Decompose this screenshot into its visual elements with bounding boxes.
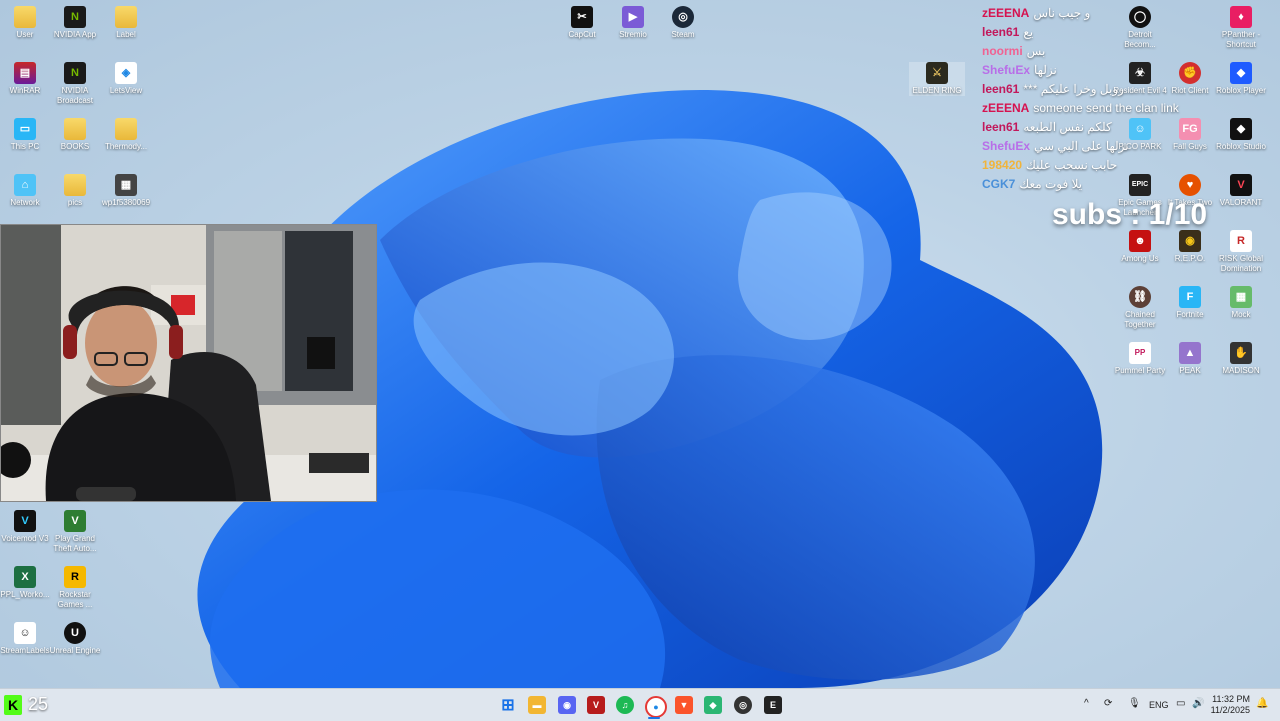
webcam-overlay	[0, 224, 377, 502]
fortnite-icon[interactable]: F Fortnite	[1162, 286, 1218, 320]
roblox-studio-icon[interactable]: ◆ Roblox Studio	[1213, 118, 1269, 152]
user-folder-icon[interactable]: User	[0, 6, 53, 40]
volume-icon[interactable]: 🔊	[1192, 698, 1204, 709]
start-button[interactable]: ⊞	[499, 696, 517, 714]
chrome-icon[interactable]: ●	[645, 696, 667, 718]
chat-text: حابب نسحب عليك	[1026, 158, 1118, 172]
chat-message: leen61 *** روبل وخرا عليكم	[982, 80, 1182, 99]
nvidia-broadcast-icon[interactable]: N NVIDIA Broadcast	[47, 62, 103, 106]
gta-icon[interactable]: V Play Grand Theft Auto...	[47, 510, 103, 554]
brave-icon[interactable]: ▼	[675, 696, 693, 714]
thermody-folder-icon[interactable]: Thermody...	[98, 118, 154, 152]
this-pc-icon[interactable]: ▭ This PC	[0, 118, 53, 152]
webcam-feed-image	[1, 225, 376, 501]
books-folder-icon[interactable]: BOOKS	[47, 118, 103, 152]
sync-icon[interactable]: ⟳	[1104, 698, 1112, 709]
ppanther-icon[interactable]: ♦ PPanther - Shortcut	[1213, 6, 1269, 50]
network-icon[interactable]: ⌂ Network	[0, 174, 53, 208]
kick-logo-icon: K	[4, 694, 22, 715]
chat-text: *** روبل وخرا عليكم	[1023, 82, 1124, 96]
microphone-icon[interactable]: 🎙	[1128, 698, 1141, 709]
chat-text: و جيب ناس	[1033, 6, 1091, 20]
chat-message: zEEENA someone send the clan link	[982, 99, 1182, 118]
risk-icon[interactable]: R RISK Global Domination	[1213, 230, 1269, 274]
wallpaper-file-icon[interactable]: ▦ wp1f5380069	[98, 174, 154, 208]
chat-text: كلكم نفس الطبعه	[1023, 120, 1112, 134]
letsview-icon[interactable]: ◈ LetsView	[98, 62, 154, 96]
chat-username: leen61	[982, 120, 1020, 134]
spotify-icon[interactable]: ♫	[616, 696, 634, 714]
epic-taskbar-icon[interactable]: E	[764, 696, 782, 714]
file-explorer-icon[interactable]: ▬	[528, 696, 546, 714]
voicemod-icon[interactable]: V Voicemod V3	[0, 510, 53, 544]
chat-overlay: zEEENA و جيب ناس leen61 يع noormi بس ShefuE…	[982, 4, 1182, 194]
chained-together-icon[interactable]: ⛓ Chained Together	[1112, 286, 1168, 330]
chat-message: zEEENA و جيب ناس	[982, 4, 1182, 23]
pics-folder-icon[interactable]: pics	[47, 174, 103, 208]
chat-message: CGK7 يلا فوت معك	[982, 175, 1182, 194]
chat-message: leen61 كلكم نفس الطبعه	[982, 118, 1182, 137]
chat-username: zEEENA	[982, 6, 1030, 20]
viewer-widget: K 25	[4, 694, 48, 715]
excel-file-icon[interactable]: X PPL_Worko...	[0, 566, 53, 600]
capcut-icon[interactable]: ✂ CapCut	[554, 6, 610, 40]
chat-message: leen61 يع	[982, 23, 1182, 42]
mock-icon[interactable]: ▦ Mock	[1213, 286, 1269, 320]
chat-text: يلا فوت معك	[1019, 177, 1083, 191]
roblox-player-icon[interactable]: ◆ Roblox Player	[1213, 62, 1269, 96]
active-app-indicator	[648, 717, 660, 719]
viewer-count: 25	[28, 694, 49, 714]
subs-goal-counter: subs : 1/10	[1052, 198, 1208, 231]
repo-icon[interactable]: ◉ R.E.P.O.	[1162, 230, 1218, 264]
taskbar: K 25 ⊞ ▬ ◉ V ♫ ● ▼ ◆ ◎ E ^ ⟳ 🎙 ENG ▭ 🔊 1…	[0, 688, 1280, 721]
steam-icon[interactable]: ◎ Steam	[655, 6, 711, 40]
chat-username: CGK7	[982, 177, 1016, 191]
show-hidden-icons-button[interactable]: ^	[1084, 698, 1089, 709]
chat-message: noormi بس	[982, 42, 1182, 61]
chat-username: ShefuEx	[982, 63, 1031, 77]
stremio-icon[interactable]: ▶ Stremio	[605, 6, 661, 40]
chat-text: نزلها	[1034, 63, 1057, 77]
chat-username: noormi	[982, 44, 1023, 58]
notification-icon[interactable]: 🔔	[1256, 698, 1268, 709]
rockstar-icon[interactable]: R Rockstar Games ...	[47, 566, 103, 610]
unreal-engine-icon[interactable]: U Unreal Engine	[47, 622, 103, 656]
madison-icon[interactable]: ✋ MADISON	[1213, 342, 1269, 376]
nvidia-app-icon[interactable]: N NVIDIA App	[47, 6, 103, 40]
among-us-icon[interactable]: ☻ Among Us	[1112, 230, 1168, 264]
chat-message: ShefuEx نزلها	[982, 61, 1182, 80]
network-status-icon[interactable]: ▭	[1176, 698, 1185, 709]
chat-username: zEEENA	[982, 101, 1030, 115]
elden-ring-icon[interactable]: ⚔ ELDEN RING	[909, 62, 965, 96]
streamlabels-icon[interactable]: ☺ StreamLabels	[0, 622, 53, 656]
clock[interactable]: 11:32 PM 11/2/2025	[1206, 694, 1250, 716]
label-folder-icon[interactable]: Label	[98, 6, 154, 40]
pummel-party-icon[interactable]: PP Pummel Party	[1112, 342, 1168, 376]
peak-icon[interactable]: ▲ PEAK	[1162, 342, 1218, 376]
chat-text: نزلها على البي سي	[1034, 139, 1129, 153]
chat-text: بس	[1026, 44, 1046, 58]
gamepad-app-icon[interactable]: ◆	[704, 696, 722, 714]
chat-text: someone send the clan link	[1033, 101, 1179, 115]
chat-username: 198420	[982, 158, 1023, 172]
chat-message: 198420 حابب نسحب عليك	[982, 156, 1182, 175]
chat-text: يع	[1023, 25, 1034, 39]
chat-message: ShefuEx نزلها على البي سي	[982, 137, 1182, 156]
winrar-icon[interactable]: ▤ WinRAR	[0, 62, 53, 96]
chat-username: leen61	[982, 82, 1020, 96]
chat-username: leen61	[982, 25, 1020, 39]
clock-date: 11/2/2025	[1210, 705, 1250, 715]
voicemeeter-icon[interactable]: V	[587, 696, 605, 714]
discord-icon[interactable]: ◉	[558, 696, 576, 714]
valorant-icon[interactable]: V VALORANT	[1213, 174, 1269, 208]
obs-icon[interactable]: ◎	[734, 696, 752, 714]
clock-time: 11:32 PM	[1212, 694, 1250, 704]
chat-username: ShefuEx	[982, 139, 1031, 153]
language-indicator[interactable]: ENG	[1149, 700, 1169, 710]
